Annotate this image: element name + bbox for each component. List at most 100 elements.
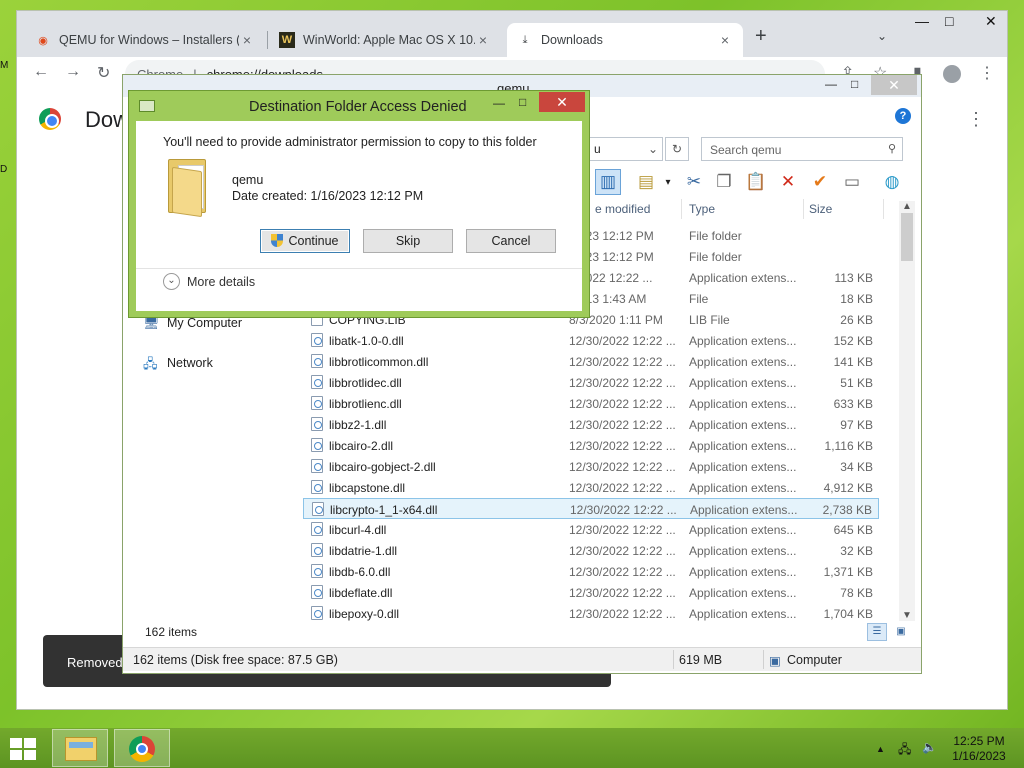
dll-file-icon — [311, 333, 323, 347]
volume-icon[interactable]: 🔈 — [922, 740, 937, 754]
tab-search-icon[interactable]: ⌄ — [877, 29, 887, 43]
file-date: 12/30/2022 12:22 ... — [569, 355, 676, 369]
file-size: 26 KB — [840, 313, 873, 327]
skip-button[interactable]: Skip — [363, 229, 453, 253]
address-field[interactable]: u ⌄ — [589, 137, 663, 161]
close-icon[interactable]: × — [239, 32, 255, 48]
cut-icon[interactable]: ✂ — [681, 169, 707, 195]
tab-downloads[interactable]: ⤓ Downloads × — [507, 23, 743, 57]
file-date: 12/30/2022 12:22 ... — [569, 607, 676, 621]
details-view-icon[interactable]: ☰ — [867, 623, 887, 641]
search-icon: ⚲ — [887, 143, 896, 155]
forward-icon[interactable]: → — [65, 63, 81, 81]
checkmark-icon[interactable]: ✔ — [807, 169, 833, 195]
new-tab-button[interactable]: + — [755, 25, 767, 48]
network-icon[interactable]: 🖧 — [898, 740, 911, 761]
table-row[interactable]: libbz2-1.dll 12/30/2022 12:22 ... Applicat… — [303, 414, 879, 435]
close-icon[interactable]: ✕ — [539, 92, 585, 112]
file-type: LIB File — [689, 313, 730, 327]
table-row[interactable]: libbrotlidec.dll 12/30/2022 12:22 ... Appl… — [303, 372, 879, 393]
column-type[interactable]: Type — [689, 202, 715, 216]
large-icons-view-icon[interactable]: ▣ — [891, 623, 911, 641]
column-divider[interactable] — [681, 199, 682, 219]
file-size: 18 KB — [840, 292, 873, 306]
refresh-icon[interactable]: ↻ — [665, 137, 689, 161]
chrome-logo-icon — [39, 108, 61, 130]
nav-label: Network — [167, 356, 213, 370]
taskbar-chrome[interactable] — [114, 729, 170, 767]
table-row[interactable]: libcurl-4.dll 12/30/2022 12:22 ... Applica… — [303, 519, 879, 540]
copy-icon[interactable]: ❐ — [711, 169, 737, 195]
column-size[interactable]: Size — [809, 202, 832, 216]
close-window-icon[interactable]: ✕ — [985, 13, 997, 30]
file-date: 12/30/2022 12:22 ... — [569, 544, 676, 558]
minimize-icon[interactable]: — — [825, 77, 837, 91]
table-row[interactable]: libdeflate.dll 12/30/2022 12:22 ... Applic… — [303, 582, 879, 603]
paste-icon[interactable]: 📋 — [743, 169, 769, 195]
column-divider[interactable] — [803, 199, 804, 219]
desktop-icon-fragment: D — [0, 164, 8, 175]
table-row[interactable]: libdatrie-1.dll 12/30/2022 12:22 ... Appli… — [303, 540, 879, 561]
taskbar-explorer[interactable] — [52, 729, 108, 767]
more-menu-icon[interactable]: ⋮ — [979, 63, 995, 83]
clock-time: 12:25 PM — [953, 734, 1005, 748]
search-input[interactable]: Search qemu ⚲ — [701, 137, 903, 161]
file-date: 12/30/2022 12:22 ... — [569, 586, 676, 600]
table-row[interactable]: libcairo-2.dll 12/30/2022 12:22 ... Applic… — [303, 435, 879, 456]
file-date: 12/30/2022 12:22 ... — [569, 523, 676, 537]
maximize-icon[interactable]: □ — [945, 13, 953, 29]
file-size: 34 KB — [840, 460, 873, 474]
dll-file-icon — [311, 606, 323, 620]
chevron-down-icon[interactable]: ⌄ — [648, 142, 658, 156]
downloads-menu-icon[interactable]: ⋮ — [967, 109, 985, 130]
help-icon[interactable]: ? — [895, 108, 911, 124]
close-icon[interactable]: ✕ — [871, 75, 917, 95]
minimize-icon[interactable]: — — [493, 96, 505, 110]
more-details-toggle[interactable]: ⌄ More details — [163, 273, 255, 290]
status-divider — [673, 650, 674, 669]
table-row[interactable]: libcrypto-1_1-x64.dll 12/30/2022 12:22 ..… — [303, 498, 879, 519]
continue-button[interactable]: Continue — [260, 229, 350, 253]
tray-arrow-icon[interactable]: ▲ — [876, 744, 885, 754]
table-row[interactable]: libdb-6.0.dll 12/30/2022 12:22 ... Applica… — [303, 561, 879, 582]
tab-qemu[interactable]: ◉ QEMU for Windows – Installers ( × — [25, 23, 265, 57]
properties-icon[interactable]: ▭ — [839, 169, 865, 195]
clock[interactable]: 12:25 PM 1/16/2023 — [944, 734, 1014, 764]
minimize-icon[interactable]: — — [915, 13, 929, 29]
cancel-button[interactable]: Cancel — [466, 229, 556, 253]
file-type: Application extens... — [689, 355, 797, 369]
table-row[interactable]: libcapstone.dll 12/30/2022 12:22 ... Appli… — [303, 477, 879, 498]
back-icon[interactable]: ← — [33, 63, 49, 81]
scroll-up-icon[interactable]: ▲ — [902, 201, 912, 212]
maximize-icon[interactable]: □ — [851, 77, 858, 91]
file-name: libatk-1.0-0.dll — [329, 334, 404, 348]
table-row[interactable]: libepoxy-0.dll 12/30/2022 12:22 ... Applic… — [303, 603, 879, 624]
globe-icon[interactable]: ◍ — [879, 169, 905, 195]
file-type: File — [689, 292, 709, 306]
column-date-modified[interactable]: e modified — [595, 202, 650, 216]
file-name: libbrotlicommon.dll — [329, 355, 429, 369]
scroll-down-icon[interactable]: ▼ — [902, 610, 912, 621]
start-button[interactable] — [10, 738, 38, 760]
file-size: 645 KB — [833, 523, 873, 537]
scrollbar-thumb[interactable] — [901, 213, 913, 261]
file-date: 12/30/2022 12:22 ... — [569, 439, 676, 453]
reload-icon[interactable]: ↻ — [97, 63, 110, 83]
column-divider[interactable] — [883, 199, 884, 219]
maximize-icon[interactable]: □ — [519, 95, 526, 109]
vertical-scrollbar[interactable]: ▲ ▼ — [899, 201, 915, 621]
preview-pane-icon[interactable]: ▥ — [595, 169, 621, 195]
table-row[interactable]: libcairo-gobject-2.dll 12/30/2022 12:22 .… — [303, 456, 879, 477]
table-row[interactable]: libatk-1.0-0.dll 12/30/2022 12:22 ... Appl… — [303, 330, 879, 351]
download-icon: ⤓ — [522, 33, 528, 46]
nav-item-network[interactable]: 🖧 Network — [143, 355, 213, 371]
table-row[interactable]: libbrotlienc.dll 12/30/2022 12:22 ... Appl… — [303, 393, 879, 414]
chevron-down-icon[interactable]: ▾ — [655, 169, 681, 195]
table-row[interactable]: libbrotlicommon.dll 12/30/2022 12:22 ... A… — [303, 351, 879, 372]
item-count: 162 items — [145, 625, 198, 639]
avatar[interactable] — [943, 65, 961, 83]
tab-winworld[interactable]: W WinWorld: Apple Mac OS X 10.0 × — [269, 23, 501, 57]
close-icon[interactable]: × — [475, 32, 491, 48]
delete-icon[interactable]: ✕ — [775, 169, 801, 195]
close-icon[interactable]: × — [717, 32, 733, 48]
